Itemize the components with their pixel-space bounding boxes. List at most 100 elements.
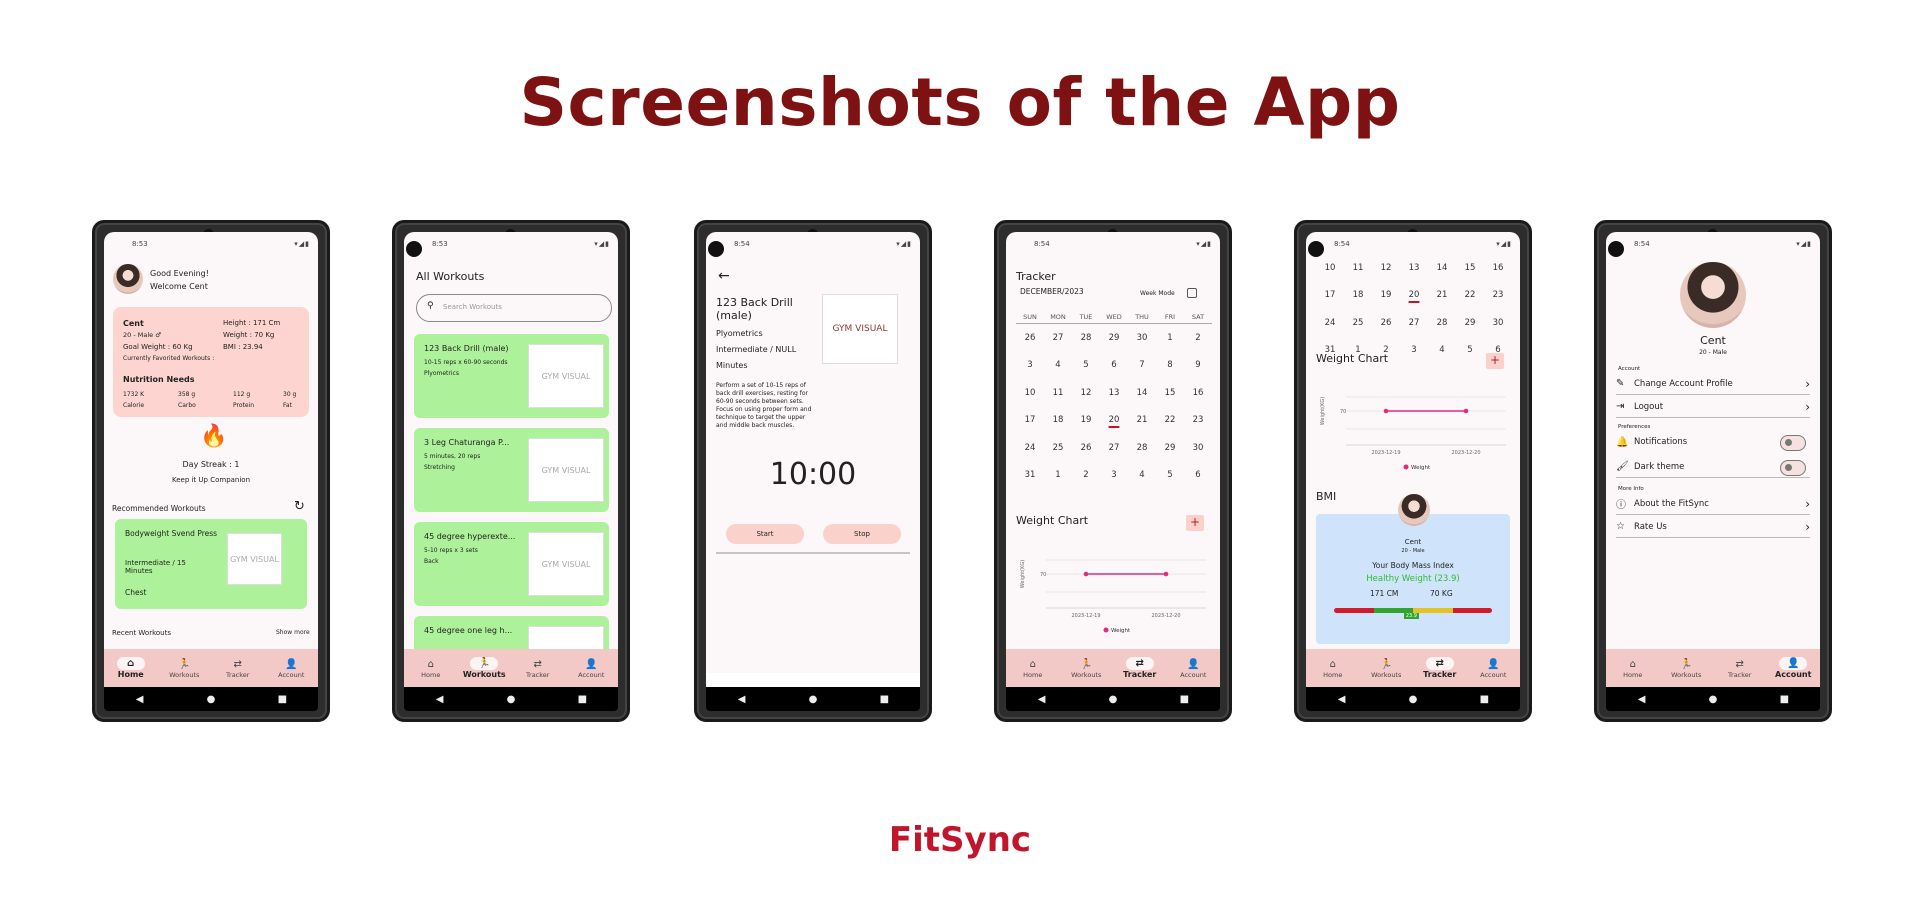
calendar-day[interactable]: 5 <box>1456 337 1484 365</box>
calendar-day[interactable]: 11 <box>1344 254 1372 282</box>
calendar-day[interactable]: 1 <box>1044 462 1072 490</box>
calendar-day[interactable]: 2 <box>1184 324 1212 352</box>
back-triangle-icon[interactable]: ◀ <box>1332 694 1352 705</box>
calendar-day[interactable]: 27 <box>1400 309 1428 337</box>
tab-account[interactable]: 👤 Account <box>1468 658 1518 679</box>
calendar-day[interactable]: 17 <box>1316 282 1344 310</box>
show-more-link[interactable]: Show more <box>276 629 310 636</box>
calendar-day[interactable]: 27 <box>1044 324 1072 352</box>
calendar-day[interactable]: 20 <box>1400 282 1428 310</box>
about-row[interactable]: ⓘ About the FitSync › <box>1616 493 1810 515</box>
calendar-day[interactable]: 15 <box>1156 379 1184 407</box>
recents-square-icon[interactable]: ■ <box>1474 694 1494 705</box>
calendar-day[interactable]: 3 <box>1100 462 1128 490</box>
calendar-day[interactable]: 30 <box>1184 434 1212 462</box>
tab-home[interactable]: ⌂ Home <box>1008 658 1058 679</box>
calendar-day[interactable]: 16 <box>1484 254 1512 282</box>
calendar-day[interactable]: 5 <box>1156 462 1184 490</box>
avatar[interactable] <box>113 264 143 294</box>
back-triangle-icon[interactable]: ◀ <box>732 694 752 705</box>
calendar-day[interactable]: 28 <box>1428 309 1456 337</box>
calendar-day[interactable]: 29 <box>1456 309 1484 337</box>
recents-square-icon[interactable]: ■ <box>874 694 894 705</box>
calendar-day[interactable]: 22 <box>1156 407 1184 435</box>
calendar-day[interactable]: 21 <box>1128 407 1156 435</box>
calendar-day[interactable]: 3 <box>1016 352 1044 380</box>
notifications-toggle[interactable] <box>1780 435 1806 451</box>
workout-card[interactable]: 3 Leg Chaturanga P... 5 minutes, 20 reps… <box>414 428 609 512</box>
calendar-day[interactable]: 11 <box>1044 379 1072 407</box>
calendar-day[interactable]: 24 <box>1016 434 1044 462</box>
calendar-day[interactable]: 28 <box>1128 434 1156 462</box>
calendar-day[interactable]: 31 <box>1016 462 1044 490</box>
calendar-day[interactable]: 9 <box>1184 352 1212 380</box>
workout-card[interactable]: 45 degree hyperexte... 5-10 reps x 3 set… <box>414 522 609 606</box>
profile-avatar[interactable] <box>1680 262 1746 328</box>
tab-tracker[interactable]: ⇄ Tracker <box>1715 658 1765 679</box>
home-circle-icon[interactable]: ● <box>1403 694 1423 705</box>
calendar-day[interactable]: 14 <box>1128 379 1156 407</box>
home-circle-icon[interactable]: ● <box>803 694 823 705</box>
calendar-day[interactable]: 26 <box>1072 434 1100 462</box>
calendar-day[interactable]: 3 <box>1400 337 1428 365</box>
calendar-day[interactable]: 7 <box>1128 352 1156 380</box>
calendar-day[interactable]: 30 <box>1128 324 1156 352</box>
back-triangle-icon[interactable]: ◀ <box>1032 694 1052 705</box>
recents-square-icon[interactable]: ■ <box>272 694 292 705</box>
calendar-day[interactable]: 23 <box>1184 407 1212 435</box>
workout-card[interactable]: 123 Back Drill (male) 10-15 reps x 60-90… <box>414 334 609 418</box>
back-triangle-icon[interactable]: ◀ <box>130 694 150 705</box>
add-weight-button[interactable]: + <box>1186 515 1204 531</box>
calendar-day[interactable]: 13 <box>1400 254 1428 282</box>
add-weight-button[interactable]: + <box>1486 353 1504 369</box>
calendar-day[interactable]: 4 <box>1128 462 1156 490</box>
search-input[interactable]: ⚲ Search Workouts <box>416 294 612 322</box>
calendar-day[interactable]: 12 <box>1072 379 1100 407</box>
start-button[interactable]: Start <box>726 524 804 544</box>
tab-account[interactable]: 👤 Account <box>566 658 616 679</box>
calendar-day[interactable]: 30 <box>1484 309 1512 337</box>
calendar-day[interactable]: 16 <box>1184 379 1212 407</box>
calendar-day[interactable]: 1 <box>1156 324 1184 352</box>
tab-account[interactable]: 👤 Account <box>266 658 316 679</box>
calendar-day[interactable]: 21 <box>1428 282 1456 310</box>
tab-workouts[interactable]: 🏃 Workouts <box>1661 658 1711 679</box>
recents-square-icon[interactable]: ■ <box>1174 694 1194 705</box>
calendar-day[interactable]: 6 <box>1184 462 1212 490</box>
calendar-day[interactable]: 18 <box>1344 282 1372 310</box>
tab-home[interactable]: ⌂ Home <box>106 657 156 679</box>
recommended-workout-card[interactable]: Bodyweight Svend Press Intermediate / 15… <box>115 519 307 609</box>
home-circle-icon[interactable]: ● <box>201 694 221 705</box>
tab-account[interactable]: 👤 Account <box>1168 658 1218 679</box>
calendar-day[interactable]: 10 <box>1316 254 1344 282</box>
calendar-day[interactable]: 12 <box>1372 254 1400 282</box>
home-circle-icon[interactable]: ● <box>1703 694 1723 705</box>
tab-workouts[interactable]: 🏃 Workouts <box>459 657 509 679</box>
dark-theme-toggle[interactable] <box>1780 460 1806 476</box>
tab-home[interactable]: ⌂ Home <box>1308 658 1358 679</box>
home-circle-icon[interactable]: ● <box>501 694 521 705</box>
home-circle-icon[interactable]: ● <box>1103 694 1123 705</box>
calendar-day[interactable]: 28 <box>1072 324 1100 352</box>
calendar-day[interactable]: 8 <box>1156 352 1184 380</box>
back-triangle-icon[interactable]: ◀ <box>1632 694 1652 705</box>
calendar-day[interactable]: 19 <box>1372 282 1400 310</box>
tab-tracker[interactable]: ⇄ Tracker <box>213 658 263 679</box>
back-triangle-icon[interactable]: ◀ <box>430 694 450 705</box>
calendar-day[interactable]: 15 <box>1456 254 1484 282</box>
calendar-day[interactable]: 25 <box>1044 434 1072 462</box>
rate-row[interactable]: ☆ Rate Us › <box>1616 516 1810 538</box>
stop-button[interactable]: Stop <box>823 524 901 544</box>
week-mode-checkbox[interactable] <box>1187 288 1197 298</box>
calendar-day[interactable]: 29 <box>1156 434 1184 462</box>
calendar-day[interactable]: 25 <box>1344 309 1372 337</box>
calendar-day[interactable]: 26 <box>1372 309 1400 337</box>
tab-workouts[interactable]: 🏃 Workouts <box>159 658 209 679</box>
arrow-left-icon[interactable]: ← <box>718 268 730 284</box>
calendar-day[interactable]: 14 <box>1428 254 1456 282</box>
calendar-day[interactable]: 13 <box>1100 379 1128 407</box>
calendar-day[interactable]: 6 <box>1100 352 1128 380</box>
calendar-day[interactable]: 29 <box>1100 324 1128 352</box>
calendar-day[interactable]: 24 <box>1316 309 1344 337</box>
calendar-day[interactable]: 5 <box>1072 352 1100 380</box>
